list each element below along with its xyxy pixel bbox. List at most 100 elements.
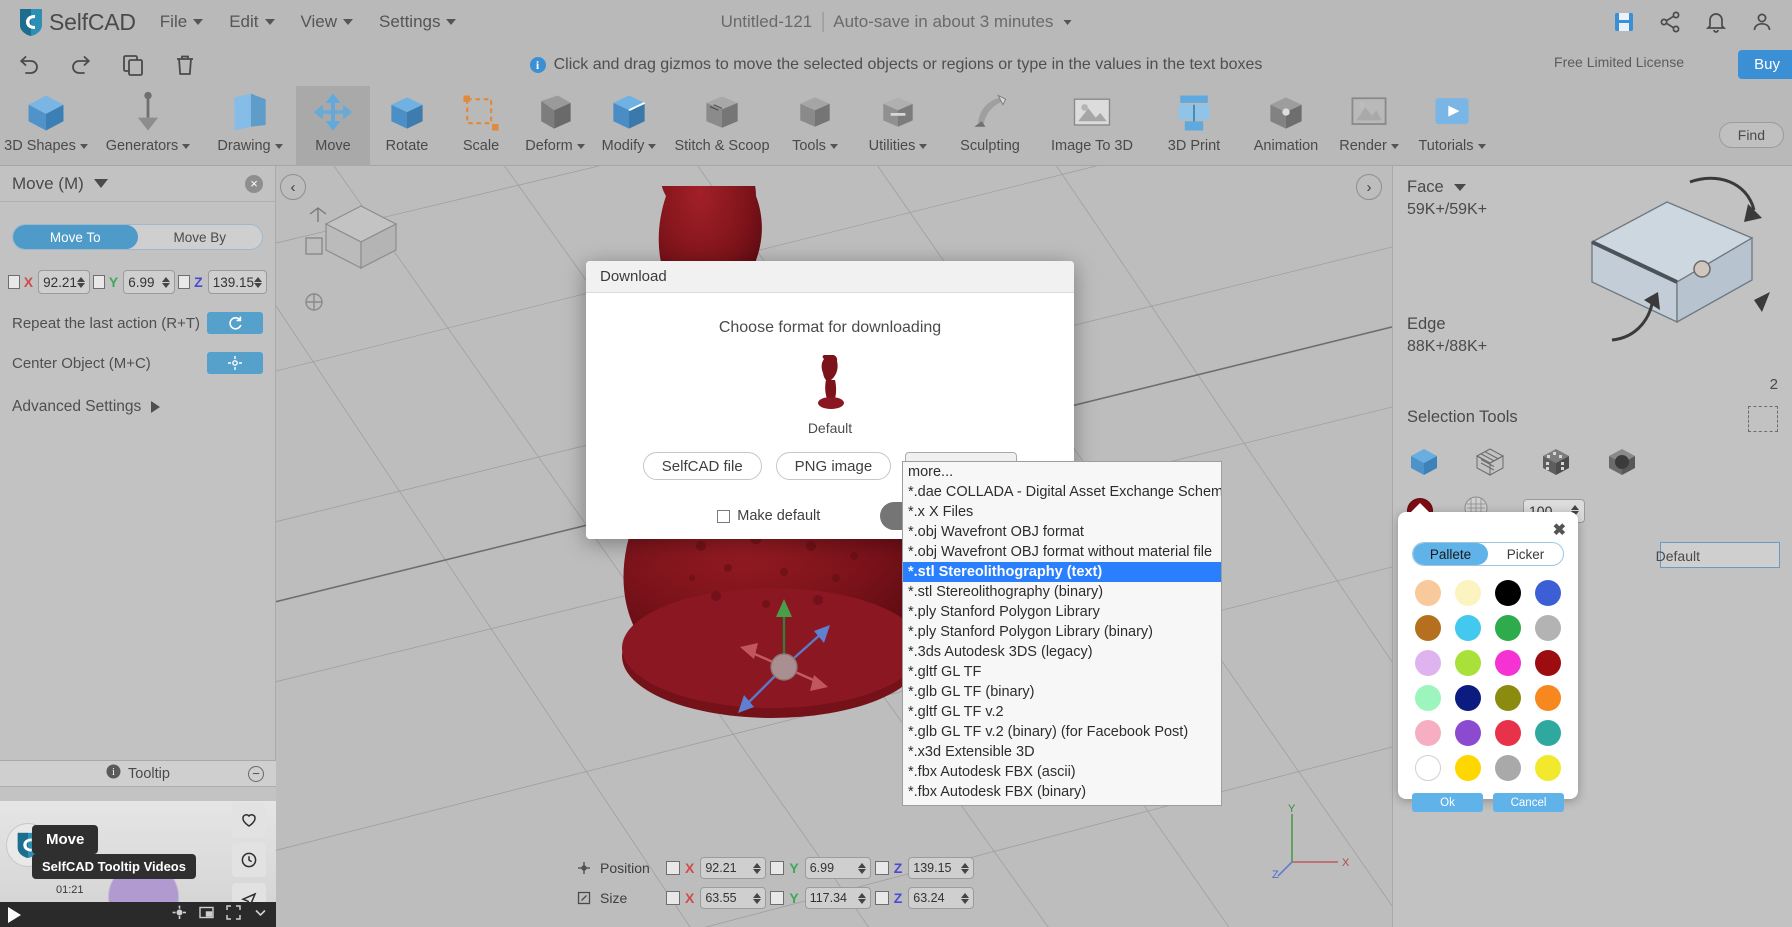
menu-file[interactable]: File [160, 12, 204, 32]
stepper[interactable] [857, 892, 866, 904]
close-icon[interactable]: × [245, 174, 263, 193]
ribbon-item-render[interactable]: Render [1332, 86, 1406, 166]
palette-color-13[interactable] [1454, 685, 1481, 711]
position-checkbox-y[interactable] [770, 861, 785, 875]
tab-pallete[interactable]: Pallete [1413, 543, 1488, 565]
polygon-select-icon[interactable] [1605, 445, 1639, 479]
share-icon[interactable] [1658, 10, 1682, 34]
format-option[interactable]: *.obj Wavefront OBJ format [903, 522, 1221, 542]
palette-color-11[interactable] [1535, 650, 1562, 676]
palette-color-12[interactable] [1414, 685, 1441, 711]
tab-picker[interactable]: Picker [1488, 543, 1563, 565]
palette-color-10[interactable] [1495, 650, 1522, 676]
make-default-checkbox-row[interactable]: Make default [717, 508, 820, 524]
menu-edit[interactable]: Edit [229, 12, 275, 32]
stepper[interactable] [961, 892, 970, 904]
palette-color-2[interactable] [1495, 580, 1522, 606]
checkbox-z[interactable] [178, 275, 191, 289]
menu-view[interactable]: View [301, 12, 354, 32]
ribbon-item-sculpting[interactable]: Sculpting [944, 86, 1036, 166]
make-default-checkbox[interactable] [717, 509, 731, 523]
palette-color-4[interactable] [1414, 615, 1441, 641]
format-option[interactable]: *.3ds Autodesk 3DS (legacy) [903, 642, 1221, 662]
redo-icon[interactable] [68, 52, 94, 78]
palette-color-7[interactable] [1535, 615, 1562, 641]
trash-icon[interactable] [172, 52, 198, 78]
format-option[interactable]: *.obj Wavefront OBJ format without mater… [903, 542, 1221, 562]
buy-button[interactable]: Buy [1738, 50, 1792, 79]
heart-icon[interactable] [232, 803, 266, 837]
format-option[interactable]: *.fbx Autodesk FBX (ascii) [903, 762, 1221, 782]
palette-color-20[interactable] [1414, 755, 1441, 781]
stepper[interactable] [961, 862, 970, 874]
chevron-down-icon[interactable] [1453, 184, 1466, 191]
palette-color-9[interactable] [1454, 650, 1481, 676]
ribbon-item-modify[interactable]: Modify [592, 86, 666, 166]
size-checkbox-x[interactable] [666, 891, 680, 905]
chevron-down-icon[interactable] [93, 179, 108, 188]
ribbon-item-deform[interactable]: Deform [518, 86, 592, 166]
palette-color-18[interactable] [1495, 720, 1522, 746]
palette-color-0[interactable] [1414, 580, 1441, 606]
ribbon-item-animation[interactable]: Animation [1240, 86, 1332, 166]
size-y-input[interactable]: 117.34 [804, 887, 871, 909]
ribbon-item-utilities[interactable]: Utilities [852, 86, 944, 166]
size-x-input[interactable]: 63.55 [700, 887, 767, 909]
format-option[interactable]: *.x X Files [903, 502, 1221, 522]
palette-color-23[interactable] [1535, 755, 1562, 781]
ribbon-item-rotate[interactable]: Rotate [370, 86, 444, 166]
png-image-button[interactable]: PNG image [775, 452, 892, 480]
palette-color-8[interactable] [1414, 650, 1441, 676]
find-input[interactable]: Find [1718, 122, 1784, 148]
close-icon[interactable]: ✖ [1553, 520, 1566, 540]
user-icon[interactable] [1750, 10, 1774, 34]
ribbon-item-generators[interactable]: Generators [92, 86, 204, 166]
ribbon-item-move[interactable]: Move [296, 86, 370, 166]
ribbon-item-3d-shapes[interactable]: 3D Shapes [0, 86, 92, 166]
palette-color-14[interactable] [1495, 685, 1522, 711]
format-option[interactable]: *.gltf GL TF v.2 [903, 702, 1221, 722]
palette-color-17[interactable] [1454, 720, 1481, 746]
format-dropdown-list[interactable]: more... *.dae COLLADA - Digital Asset Exc… [902, 461, 1222, 806]
ribbon-item-tools[interactable]: Tools [778, 86, 852, 166]
palette-color-15[interactable] [1535, 685, 1562, 711]
ribbon-item-scale[interactable]: Scale [444, 86, 518, 166]
size-checkbox-z[interactable] [874, 891, 889, 905]
center-object-button[interactable] [207, 352, 263, 374]
gear-icon[interactable] [172, 905, 187, 925]
position-checkbox-z[interactable] [874, 861, 889, 875]
format-option[interactable]: *.glb GL TF v.2 (binary) (for Facebook P… [903, 722, 1221, 742]
viewport-collapse-left-icon[interactable]: ‹ [280, 174, 306, 200]
palette-color-3[interactable] [1535, 580, 1562, 606]
minimize-icon[interactable]: − [248, 765, 264, 782]
move-x-input[interactable]: 92.21 [38, 270, 91, 294]
stepper-z[interactable] [253, 276, 262, 288]
tooltip-video[interactable]: Move SelfCAD Tooltip Videos 01:21 [0, 787, 276, 927]
checkbox-x[interactable] [8, 275, 20, 289]
pip-icon[interactable] [199, 905, 214, 925]
size-z-input[interactable]: 63.24 [908, 887, 975, 909]
save-icon[interactable] [1612, 10, 1636, 34]
view-cube[interactable] [316, 196, 408, 281]
palette-ok-button[interactable]: Ok [1412, 793, 1483, 812]
palette-color-22[interactable] [1495, 755, 1522, 781]
undo-icon[interactable] [16, 52, 42, 78]
stepper[interactable] [857, 862, 866, 874]
size-checkbox-y[interactable] [770, 891, 785, 905]
repeat-action-button[interactable] [207, 312, 263, 334]
move-z-input[interactable]: 139.15 [207, 270, 267, 294]
ribbon-item-tutorials[interactable]: Tutorials [1406, 86, 1498, 166]
advanced-settings-row[interactable]: Advanced Settings [12, 398, 263, 416]
palette-color-16[interactable] [1414, 720, 1441, 746]
position-z-input[interactable]: 139.15 [908, 857, 975, 879]
menu-settings[interactable]: Settings [379, 12, 457, 32]
format-option[interactable]: *.gltf GL TF [903, 662, 1221, 682]
play-icon[interactable] [8, 907, 21, 923]
format-option[interactable]: *.fbx Autodesk FBX (binary) [903, 782, 1221, 802]
format-option[interactable]: *.dae COLLADA - Digital Asset Exchange S… [903, 482, 1221, 502]
position-y-input[interactable]: 6.99 [804, 857, 871, 879]
format-option[interactable]: *.stl Stereolithography (binary) [903, 582, 1221, 602]
palette-cancel-button[interactable]: Cancel [1493, 793, 1564, 812]
document-title[interactable]: Untitled-121 [721, 12, 813, 32]
palette-color-6[interactable] [1495, 615, 1522, 641]
